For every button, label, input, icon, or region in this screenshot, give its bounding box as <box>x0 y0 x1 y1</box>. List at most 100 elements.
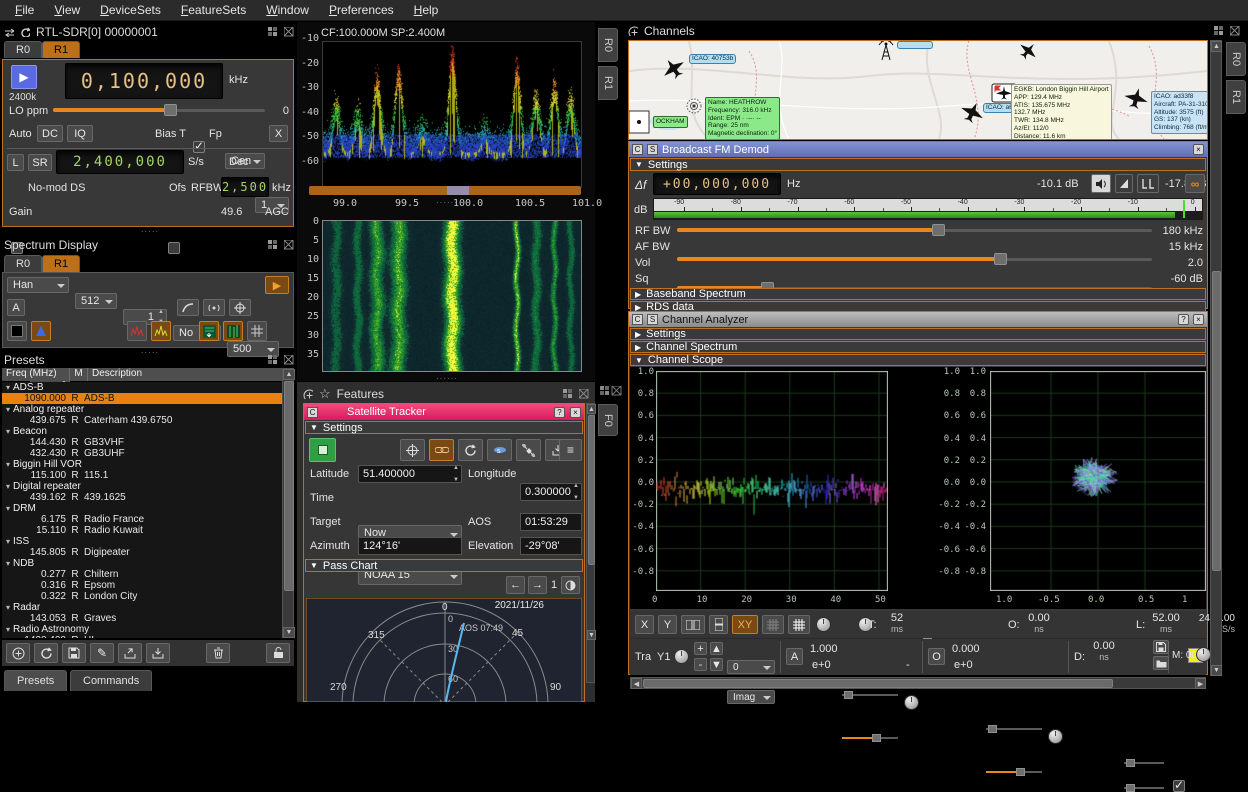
max-hold-button[interactable] <box>127 321 147 341</box>
maximize-icon[interactable] <box>268 27 278 37</box>
scroll-up-icon[interactable]: ▲ <box>283 369 295 380</box>
dc-button[interactable]: DC <box>37 125 63 142</box>
start-device-button[interactable]: ▶ <box>11 65 37 89</box>
polar-grid-icon[interactable] <box>762 615 784 634</box>
spectrum-side-tab-r1[interactable]: R1 <box>598 66 618 100</box>
current-trace-button[interactable] <box>151 321 171 341</box>
baseband-spectrum-section[interactable]: ▶Baseband Spectrum <box>630 288 1206 300</box>
transverter-button[interactable]: X <box>269 125 288 142</box>
preset-row[interactable]: 439.675RCaterham 439.6750 <box>2 415 282 426</box>
update-satellites-button[interactable] <box>458 439 483 461</box>
shrink-icon[interactable] <box>284 240 294 250</box>
aircraft-icon[interactable] <box>661 57 687 81</box>
map-center-button[interactable] <box>400 439 425 461</box>
adsb-map[interactable]: ICAO: 40753b OCKHAM Name: HEATHROWFreque… <box>628 40 1208 140</box>
iq-button[interactable]: IQ <box>67 125 93 142</box>
scope-trace-canvas[interactable] <box>656 371 888 591</box>
fm-demod-titlebar[interactable]: C S Broadcast FM Demod × <box>629 142 1207 157</box>
audio-mute-icon[interactable] <box>1091 174 1111 193</box>
amp-fine-knob[interactable] <box>904 695 919 710</box>
import-preset-button[interactable] <box>146 643 170 663</box>
preset-row[interactable]: 143.053RGraves <box>2 613 282 624</box>
shrink-icon[interactable] <box>284 355 294 365</box>
aircraft-info-card[interactable]: ICAO: ad33f8Aircraft: PA-31-310Altitude:… <box>1151 91 1208 134</box>
scope-x-button[interactable]: X <box>635 615 654 634</box>
pass-chart-section[interactable]: ▼Pass Chart <box>305 559 583 572</box>
maximize-icon[interactable] <box>563 389 573 399</box>
next-pass-button[interactable]: → <box>528 576 547 594</box>
menu-item-devicesets[interactable]: DeviceSets <box>91 1 170 19</box>
display-knob-1[interactable] <box>816 617 831 632</box>
ofs-exp-slider[interactable] <box>986 768 1042 776</box>
preset-group[interactable]: ▾Analog repeater <box>2 404 282 415</box>
preset-group[interactable]: ▾NDB <box>2 558 282 569</box>
sat-settings-section[interactable]: ▼Settings <box>305 421 583 434</box>
fft-size-select[interactable]: 512 <box>75 293 117 309</box>
preset-row[interactable]: 144.430RGB3VHF <box>2 437 282 448</box>
frequency-scale-bar[interactable] <box>309 186 581 195</box>
scope-y-button[interactable]: Y <box>658 615 677 634</box>
scope-xy-button[interactable]: XY <box>732 615 758 634</box>
add-preset-button[interactable] <box>6 643 30 663</box>
scroll-down-icon[interactable]: ▼ <box>283 627 295 638</box>
menu-icon[interactable]: ≡ <box>559 439 582 461</box>
features-side-tab-f0[interactable]: F0 <box>598 404 618 436</box>
remove-trace-button[interactable]: - <box>694 658 707 671</box>
af-bw-slider[interactable] <box>677 253 1152 266</box>
link-button[interactable] <box>429 439 454 461</box>
offset-button[interactable]: O <box>928 648 945 665</box>
amp-slider[interactable] <box>842 691 898 699</box>
rfbw-dial[interactable]: 2,500 <box>221 177 269 197</box>
lo-ppm-slider[interactable] <box>53 104 265 117</box>
waterfall-position-button[interactable] <box>199 321 219 341</box>
menu-item-view[interactable]: View <box>45 1 89 19</box>
aircraft-icao-chip[interactable]: ICAO: 40753b <box>689 54 736 64</box>
delete-preset-button[interactable] <box>206 643 230 663</box>
preset-row[interactable]: 1420.400RHI <box>2 635 282 638</box>
channel-marker[interactable] <box>447 186 469 195</box>
delay-coarse-slider[interactable] <box>1124 759 1164 767</box>
delay-fine-slider[interactable] <box>1124 784 1164 792</box>
trace-select-knob[interactable] <box>674 649 689 664</box>
preset-group[interactable]: ▾Digital repeater <box>2 481 282 492</box>
menu-item-window[interactable]: Window <box>257 1 318 19</box>
preset-row[interactable]: 6.175RRadio France <box>2 514 282 525</box>
channels-vscrollbar[interactable]: ▲ ▼ <box>1210 40 1222 676</box>
stereo-icon[interactable] <box>1137 174 1159 193</box>
lock-presets-button[interactable] <box>266 643 290 663</box>
heathrow-info-card[interactable]: Name: HEATHROWFrequency: 316.0 kHzIdent:… <box>705 97 780 140</box>
add-feature-icon[interactable] <box>303 389 313 399</box>
hidden-aircraft-chip[interactable] <box>897 41 933 49</box>
bottom-tab-presets[interactable]: Presets <box>4 670 67 691</box>
trace-down-icon[interactable]: ▼ <box>710 658 723 671</box>
sr-button[interactable]: SR <box>28 154 52 171</box>
lock-sr-button[interactable]: L <box>7 154 24 171</box>
channel-analyzer-titlebar[interactable]: C S Channel Analyzer ? × <box>629 312 1207 327</box>
scope-save-icon[interactable] <box>1153 640 1169 654</box>
shrink-icon[interactable] <box>284 27 294 37</box>
spectrum-tab-r0[interactable]: R0 <box>4 255 42 272</box>
aircraft-icon[interactable] <box>959 101 985 125</box>
scope-load-icon[interactable] <box>1153 656 1169 670</box>
spectrum-run-button[interactable]: ▶ <box>265 276 289 294</box>
sample-rate-dial[interactable]: 2,400,000 <box>56 150 184 174</box>
trace-up-icon[interactable]: ▲ <box>710 642 723 655</box>
preset-group[interactable]: ▾DRM <box>2 503 282 514</box>
edit-preset-button[interactable]: ✎ <box>90 643 114 663</box>
device-tab-r1[interactable]: R1 <box>42 41 80 58</box>
menu-item-featuresets[interactable]: FeatureSets <box>172 1 255 19</box>
channels-side-tab-r0[interactable]: R0 <box>1226 42 1246 76</box>
latitude-field[interactable]: 51.400000 <box>358 465 462 483</box>
grid-button[interactable] <box>247 321 267 341</box>
loop-icon[interactable]: ∞ <box>1185 174 1205 193</box>
preset-group[interactable]: ▾ISS <box>2 536 282 547</box>
longitude-field[interactable]: 0.300000 <box>520 483 582 501</box>
preset-row[interactable]: 0.322RLondon City <box>2 591 282 602</box>
preset-group[interactable]: ▾Radio Astronomy <box>2 624 282 635</box>
trace-offset-slider[interactable] <box>986 725 1042 733</box>
star-icon[interactable]: ☆ <box>319 386 331 402</box>
offset-fine-knob[interactable] <box>1048 729 1063 744</box>
grid-icon[interactable] <box>788 615 810 634</box>
crosshair-button[interactable] <box>229 299 251 316</box>
presets-column-header[interactable]: Freq (MHz) M Description <box>2 368 282 381</box>
